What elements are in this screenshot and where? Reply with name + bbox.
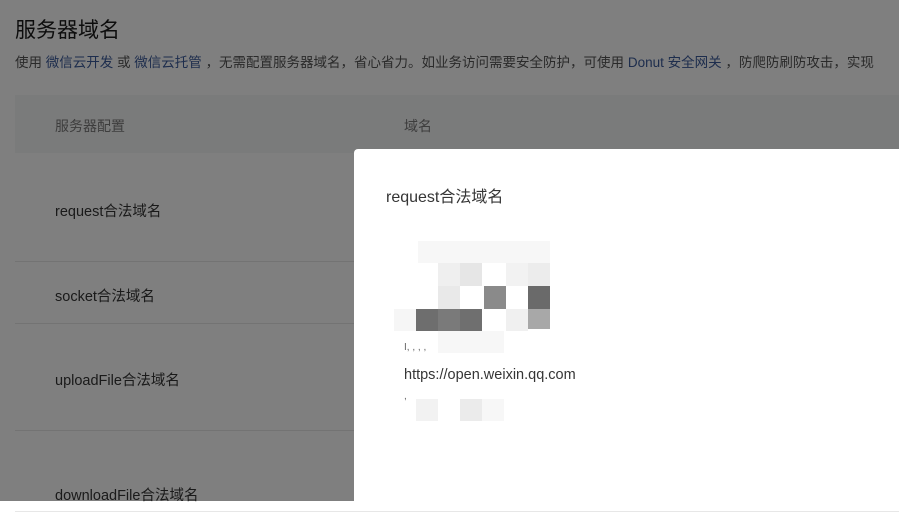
redacted-block xyxy=(506,309,528,331)
request-domain-dialog: request合法域名 I, , , , https://open.weixin… xyxy=(354,149,899,509)
redacted-block xyxy=(460,399,482,421)
redacted-block xyxy=(418,241,550,263)
redacted-block xyxy=(460,309,482,331)
dialog-title: request合法域名 xyxy=(386,189,504,206)
redacted-mark: , xyxy=(404,391,407,402)
redacted-block xyxy=(394,309,416,331)
redacted-block xyxy=(484,286,506,309)
redacted-block xyxy=(482,399,504,421)
redacted-mark: I, , , , xyxy=(404,342,427,353)
redacted-block xyxy=(438,331,504,353)
redacted-block xyxy=(438,286,460,309)
redacted-block xyxy=(460,263,482,286)
redacted-block xyxy=(528,263,550,286)
redacted-block xyxy=(528,309,550,329)
redacted-block xyxy=(416,309,438,331)
redacted-block xyxy=(438,309,460,331)
redacted-block xyxy=(506,263,528,286)
redacted-block xyxy=(416,399,438,421)
redacted-block xyxy=(438,263,460,286)
redacted-block xyxy=(528,286,550,309)
domain-entry: https://open.weixin.qq.com xyxy=(404,367,576,383)
domain-list: I, , , , https://open.weixin.qq.com , xyxy=(394,241,654,431)
